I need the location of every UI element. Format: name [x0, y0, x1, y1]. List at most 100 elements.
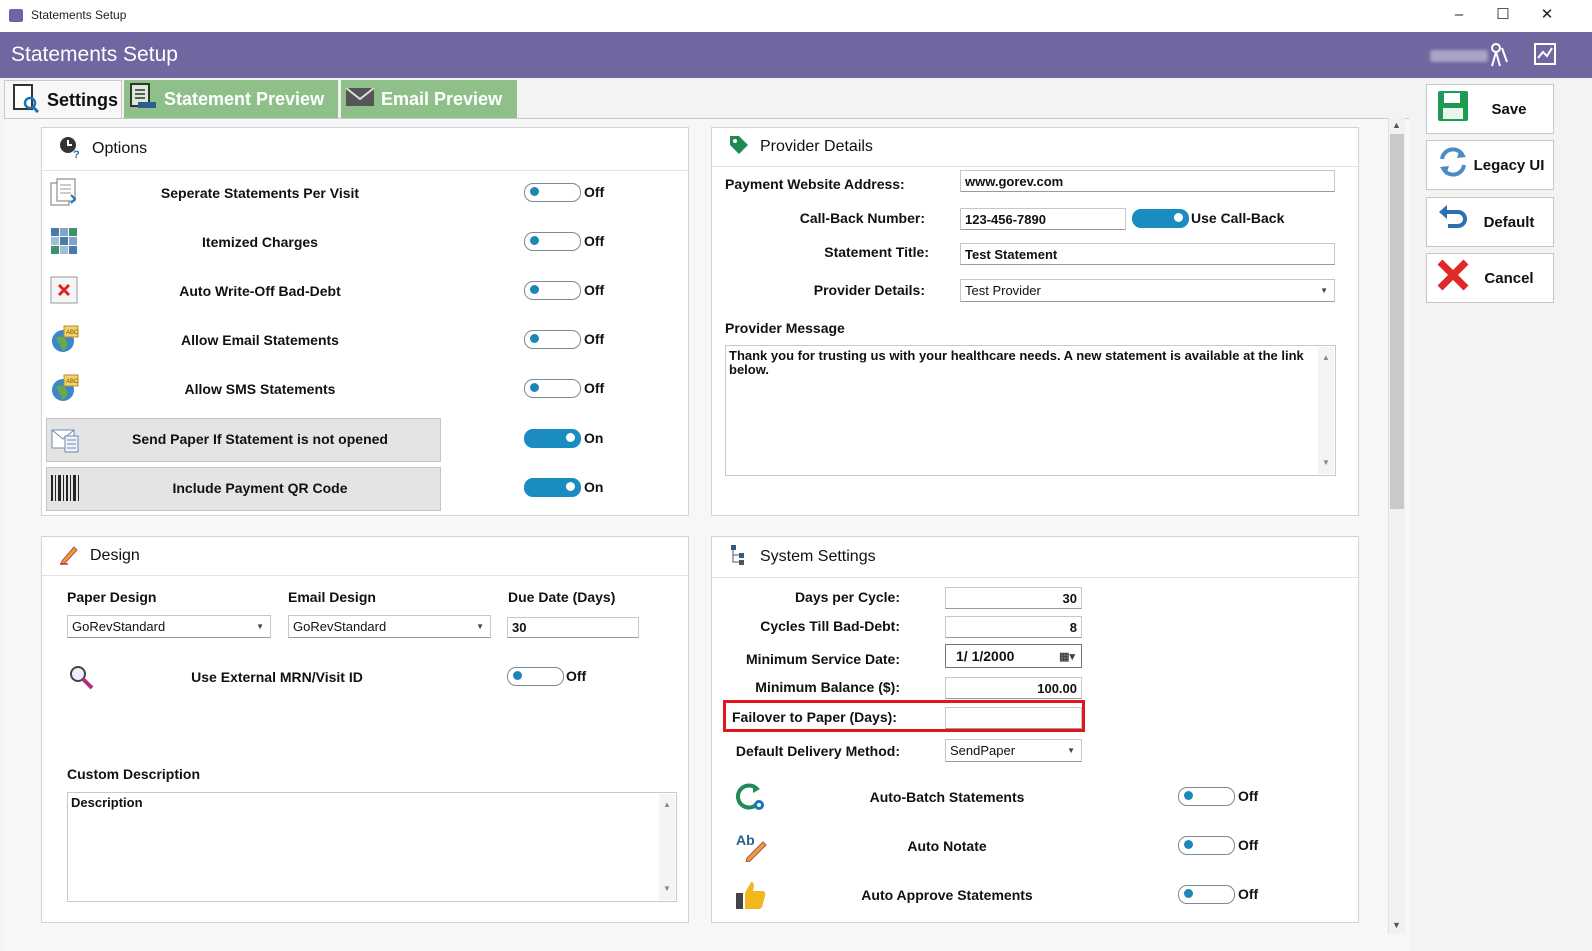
delivery-method-dropdown[interactable]: SendPaper ▼ [945, 739, 1082, 762]
provider-header: Provider Details [712, 128, 1358, 167]
external-mrn-toggle[interactable] [507, 667, 564, 686]
tab-email-preview[interactable]: Email Preview [341, 80, 517, 118]
allow-sms-toggle[interactable] [524, 379, 581, 398]
itemized-grid-icon [49, 226, 79, 256]
barcode-icon [50, 473, 80, 503]
itemized-charges-toggle[interactable] [524, 232, 581, 251]
system-toggle-label: Auto Approve Statements [861, 887, 1033, 903]
custom-description-input[interactable]: Description ▲ ▼ [67, 792, 677, 902]
svg-text:ABC: ABC [66, 379, 79, 385]
minimize-icon[interactable]: – [1439, 4, 1479, 26]
options-title: Options [92, 140, 148, 157]
allow-email-toggle[interactable] [524, 330, 581, 349]
chart-window-icon[interactable] [1532, 42, 1558, 68]
save-button[interactable]: Save [1426, 84, 1554, 134]
cycles-bad-debt-input[interactable]: 8 [945, 616, 1082, 638]
failover-days-input[interactable] [945, 707, 1082, 729]
provider-details-value: Test Provider [965, 283, 1041, 298]
toggle-state: Off [1238, 886, 1259, 902]
custom-description-text: Description [71, 795, 143, 810]
toggle-state: On [584, 479, 604, 495]
page-title: Statements Setup [11, 43, 178, 66]
statement-preview-icon [128, 82, 158, 117]
system-settings-title: System Settings [760, 548, 876, 565]
tab-statement-preview[interactable]: Statement Preview [124, 80, 338, 118]
toggle-state: Off [584, 380, 605, 396]
auto-notate-toggle[interactable] [1178, 836, 1235, 855]
tab-settings-label: Settings [47, 89, 119, 110]
option-label: Include Payment QR Code [172, 480, 348, 496]
svg-text:?: ? [73, 149, 80, 159]
provider-title: Provider Details [760, 138, 873, 155]
main-scrollbar[interactable]: ▲ ▼ [1388, 118, 1405, 934]
provider-message-label: Provider Message [725, 320, 845, 336]
separate-statements-icon [49, 177, 79, 207]
failover-label: Failover to Paper (Days): [732, 709, 897, 725]
close-icon[interactable]: ✕ [1527, 4, 1567, 26]
calendar-icon[interactable]: ▦▾ [1059, 650, 1075, 663]
clock-question-icon: ? [58, 135, 82, 164]
app-header: Statements Setup [0, 32, 1592, 78]
delivery-method-value: SendPaper [950, 743, 1016, 758]
scroll-up-icon[interactable]: ▲ [1322, 351, 1330, 365]
scrollbar-thumb[interactable] [1390, 134, 1404, 509]
statement-title-input[interactable]: Test Statement [960, 243, 1335, 265]
undo-icon [1433, 202, 1473, 243]
due-date-label: Due Date (Days) [508, 589, 616, 605]
spell-check-icon: Ab [735, 830, 767, 863]
scroll-up-icon[interactable]: ▲ [663, 798, 671, 812]
chevron-down-icon: ▼ [476, 622, 484, 631]
website-label: Payment Website Address: [725, 176, 905, 192]
maximize-icon[interactable]: ☐ [1483, 4, 1523, 26]
auto-write-off-toggle[interactable] [524, 281, 581, 300]
default-button[interactable]: Default [1426, 197, 1554, 247]
keys-icon[interactable] [1486, 42, 1512, 68]
provider-message-input[interactable]: Thank you for trusting us with your heal… [725, 345, 1336, 476]
write-off-icon [49, 275, 79, 305]
toggle-state: Off [584, 282, 605, 298]
due-date-input[interactable]: 30 [507, 617, 639, 638]
include-qr-toggle[interactable] [524, 478, 581, 497]
scroll-up-icon[interactable]: ▲ [1392, 120, 1401, 130]
paper-design-dropdown[interactable]: GoRevStandard ▼ [67, 615, 271, 638]
provider-details-dropdown[interactable]: Test Provider ▼ [960, 279, 1335, 302]
option-label: Allow Email Statements [181, 332, 339, 348]
scroll-down-icon[interactable]: ▼ [1392, 920, 1401, 930]
window-title: Statements Setup [31, 8, 127, 22]
app-icon [9, 9, 23, 22]
tag-icon [728, 134, 750, 161]
settings-icon [11, 83, 41, 118]
send-paper-toggle[interactable] [524, 429, 581, 448]
thumbs-up-icon [735, 879, 766, 909]
callback-number-input[interactable]: 123-456-7890 [960, 208, 1126, 230]
system-settings-header: System Settings [712, 537, 1358, 578]
description-scrollbar[interactable]: ▲ ▼ [659, 794, 675, 900]
tab-email-preview-label: Email Preview [381, 88, 503, 109]
min-service-date-value: 1/ 1/2000 [956, 648, 1015, 664]
use-callback-toggle[interactable] [1132, 209, 1189, 228]
option-label: Itemized Charges [202, 234, 318, 250]
pencil-icon [58, 543, 80, 570]
toggle-state: Off [1238, 788, 1259, 804]
message-scrollbar[interactable]: ▲ ▼ [1318, 347, 1334, 474]
scroll-down-icon[interactable]: ▼ [1322, 456, 1330, 470]
callback-label: Call-Back Number: [799, 210, 925, 226]
user-name-blurred [1430, 50, 1488, 62]
auto-approve-toggle[interactable] [1178, 885, 1235, 904]
min-service-date-picker[interactable]: 1/ 1/2000 ▦▾ [945, 644, 1082, 668]
svg-text:ABC: ABC [66, 330, 79, 336]
legacy-ui-label: Legacy UI [1473, 156, 1545, 174]
days-per-cycle-input[interactable]: 30 [945, 587, 1082, 609]
legacy-ui-button[interactable]: Legacy UI [1426, 140, 1554, 190]
separate-statements-toggle[interactable] [524, 183, 581, 202]
email-design-label: Email Design [288, 589, 376, 605]
email-design-dropdown[interactable]: GoRevStandard ▼ [288, 615, 491, 638]
scroll-down-icon[interactable]: ▼ [663, 882, 671, 896]
sms-globe-icon: ABC [50, 373, 80, 403]
min-balance-input[interactable]: 100.00 [945, 677, 1082, 699]
cancel-button[interactable]: Cancel [1426, 253, 1554, 303]
auto-batch-toggle[interactable] [1178, 787, 1235, 806]
website-input[interactable]: www.gorev.com [960, 170, 1335, 192]
tab-settings[interactable]: Settings [4, 80, 122, 119]
svg-text:Ab: Ab [736, 832, 755, 848]
